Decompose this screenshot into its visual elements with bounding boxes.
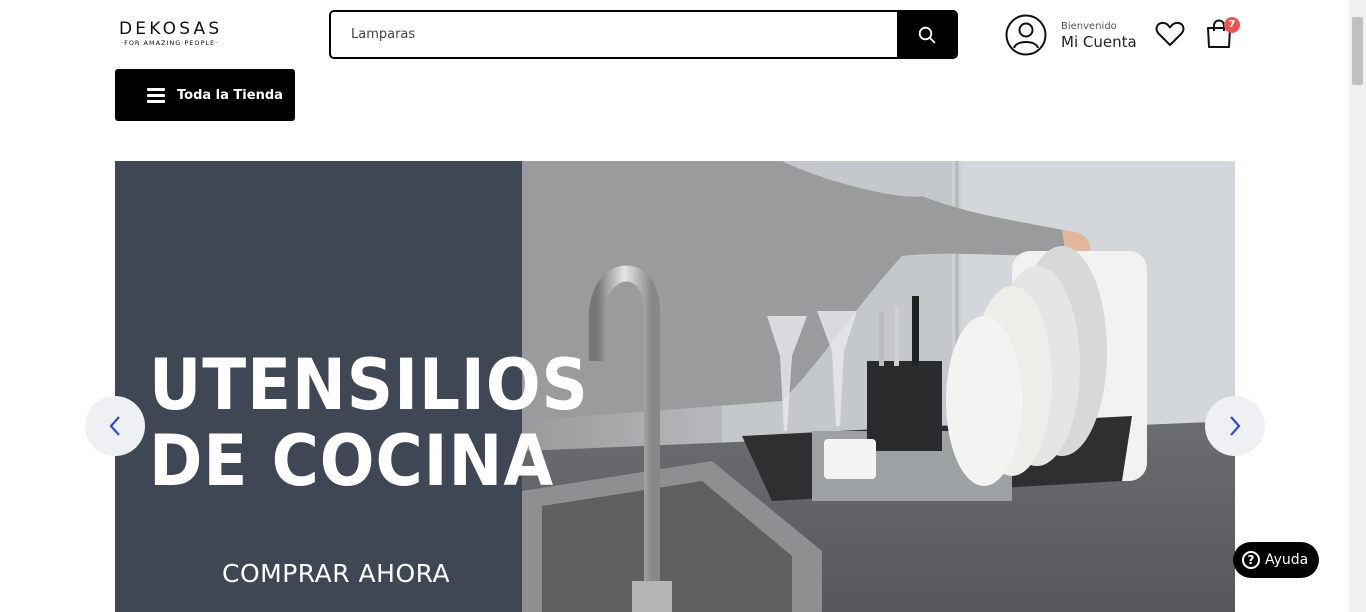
user-icon bbox=[1005, 14, 1047, 56]
account-label: Mi Cuenta bbox=[1061, 32, 1137, 51]
carousel-next-button[interactable] bbox=[1205, 396, 1265, 456]
banner-title: UTENSILIOS DE COCINA bbox=[149, 347, 589, 499]
page-scrollbar[interactable] bbox=[1349, 0, 1366, 612]
chevron-right-icon bbox=[1230, 416, 1241, 436]
logo[interactable]: DEKOSAS ·FOR AMAZING PEOPLE· bbox=[119, 20, 239, 48]
search-input[interactable] bbox=[331, 12, 897, 57]
search-icon bbox=[918, 26, 935, 43]
help-icon: ? bbox=[1242, 551, 1260, 569]
page: DEKOSAS ·FOR AMAZING PEOPLE· Bienvenido … bbox=[0, 0, 1366, 612]
all-store-label: Toda la Tienda bbox=[177, 87, 283, 103]
hero-banner[interactable]: UTENSILIOS DE COCINA COMPRAR AHORA bbox=[115, 161, 1235, 612]
shop-now-link[interactable]: COMPRAR AHORA bbox=[222, 559, 450, 588]
banner-title-line1: UTENSILIOS bbox=[149, 344, 589, 426]
logo-text: DEKOSAS bbox=[119, 19, 223, 39]
heart-icon[interactable] bbox=[1155, 20, 1185, 48]
banner-image bbox=[522, 161, 1235, 612]
scrollbar-thumb[interactable] bbox=[1352, 17, 1363, 85]
carousel-prev-button[interactable] bbox=[85, 396, 145, 456]
chevron-left-icon bbox=[109, 416, 120, 436]
help-button[interactable]: ? Ayuda bbox=[1233, 542, 1319, 578]
menu-icon bbox=[147, 87, 165, 103]
search-bar bbox=[329, 10, 958, 59]
account-greeting: Bienvenido bbox=[1061, 20, 1117, 32]
search-button[interactable] bbox=[897, 12, 956, 57]
account-link[interactable]: Bienvenido Mi Cuenta bbox=[1005, 14, 1137, 56]
all-store-button[interactable]: Toda la Tienda bbox=[115, 69, 295, 121]
banner-title-line2: DE COCINA bbox=[149, 420, 555, 502]
logo-tagline: ·FOR AMAZING PEOPLE· bbox=[121, 39, 219, 47]
cart-count-badge: 7 bbox=[1224, 17, 1240, 33]
help-label: Ayuda bbox=[1265, 552, 1309, 568]
